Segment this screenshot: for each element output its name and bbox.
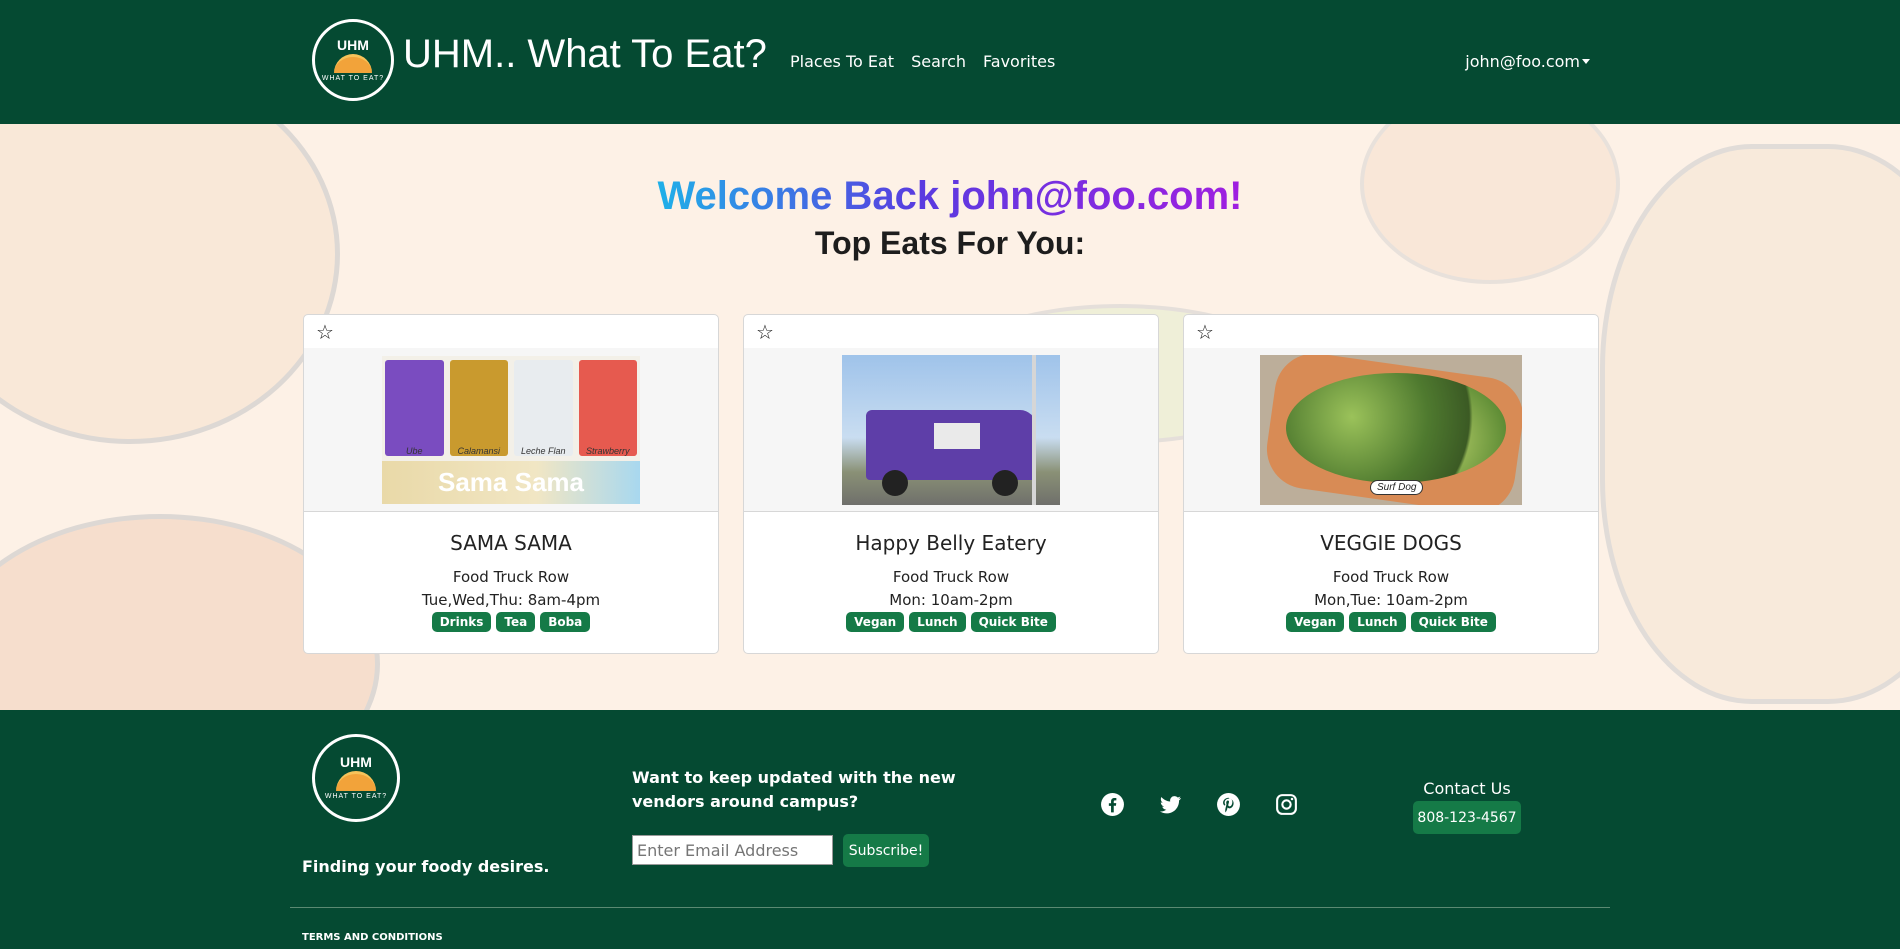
email-input[interactable] <box>632 835 833 865</box>
tag-badge: Drinks <box>431 612 492 632</box>
subscribe-button[interactable]: Subscribe! <box>843 834 929 867</box>
tag-badge: Quick Bite <box>1410 612 1496 632</box>
vendor-card[interactable]: ☆ Ube Calamansi Leche Flan Strawberry Sa… <box>303 314 719 654</box>
vendor-name: VEGGIE DOGS <box>1320 531 1462 555</box>
tag-badge: Boba <box>540 612 591 632</box>
contact-us-label: Contact Us <box>1423 779 1511 798</box>
brand-title[interactable]: UHM.. What To Eat? <box>403 32 767 77</box>
vendor-location: Food Truck Row <box>452 568 570 586</box>
twitter-icon[interactable] <box>1158 792 1183 817</box>
terms-link[interactable]: TERMS AND CONDITIONS <box>302 932 443 943</box>
nav-link-search[interactable]: Search <box>911 52 966 71</box>
vendor-card[interactable]: ☆ Surf Dog VEGGIE DOGS Food Truck Row Mo… <box>1183 314 1599 654</box>
footer-logo: UHM WHAT TO EAT? <box>312 734 400 822</box>
logo-text-bottom: WHAT TO EAT? <box>324 793 388 800</box>
footer: UHM WHAT TO EAT? Finding your foody desi… <box>0 710 1900 949</box>
vendor-tags: Drinks Tea Boba <box>304 612 718 632</box>
user-dropdown[interactable]: john@foo.com <box>1465 52 1590 71</box>
vendor-image <box>744 348 1158 512</box>
vendor-name: SAMA SAMA <box>450 531 572 555</box>
background-illustration <box>0 124 340 444</box>
vendor-hours: Tue,Wed,Thu: 8am-4pm <box>421 591 601 609</box>
vendor-image: Ube Calamansi Leche Flan Strawberry Sama… <box>304 348 718 512</box>
site-logo[interactable]: UHM WHAT TO EAT? <box>312 19 394 101</box>
vendor-name: Happy Belly Eatery <box>855 531 1047 555</box>
phone-button[interactable]: 808-123-4567 <box>1413 801 1521 834</box>
facebook-icon[interactable] <box>1100 792 1125 817</box>
vendor-card[interactable]: ☆ Happy Belly Eatery Food Truck Row Mon:… <box>743 314 1159 654</box>
tag-badge: Lunch <box>909 612 966 632</box>
tag-badge: Vegan <box>1286 612 1345 632</box>
social-links <box>1100 792 1299 817</box>
nav-link-places-to-eat[interactable]: Places To Eat <box>790 52 894 71</box>
logo-text-top: UHM <box>337 36 369 53</box>
instagram-icon[interactable] <box>1274 792 1299 817</box>
main-content: Welcome Back john@foo.com! Top Eats For … <box>0 124 1900 710</box>
tag-badge: Quick Bite <box>970 612 1056 632</box>
footer-tagline: Finding your foody desires. <box>302 857 550 876</box>
caret-down-icon <box>1582 59 1590 64</box>
favorite-star-icon[interactable]: ☆ <box>316 323 334 343</box>
favorite-star-icon[interactable]: ☆ <box>756 323 774 343</box>
vendor-location: Food Truck Row <box>1332 568 1450 586</box>
newsletter-text: Want to keep updated with the new vendor… <box>632 768 956 811</box>
vendor-hours: Mon,Tue: 10am-2pm <box>1314 591 1468 609</box>
tag-badge: Lunch <box>1349 612 1406 632</box>
pinterest-icon[interactable] <box>1216 792 1241 817</box>
favorite-star-icon[interactable]: ☆ <box>1196 323 1214 343</box>
vendor-hours: Mon: 10am-2pm <box>889 591 1013 609</box>
nav-links: Places To Eat Search Favorites <box>790 52 1055 71</box>
vendor-location: Food Truck Row <box>892 568 1010 586</box>
footer-divider <box>290 907 1610 908</box>
navbar: UHM WHAT TO EAT? UHM.. What To Eat? Plac… <box>0 0 1900 124</box>
tag-badge: Vegan <box>846 612 905 632</box>
vendor-tags: Vegan Lunch Quick Bite <box>744 612 1158 632</box>
tag-badge: Tea <box>496 612 536 632</box>
taco-icon <box>334 53 372 73</box>
user-email: john@foo.com <box>1465 52 1580 71</box>
welcome-heading: Welcome Back john@foo.com! <box>657 174 1243 218</box>
logo-text-top: UHM <box>340 754 372 770</box>
top-eats-heading: Top Eats For You: <box>814 225 1086 261</box>
vendor-tags: Vegan Lunch Quick Bite <box>1184 612 1598 632</box>
logo-text-bottom: WHAT TO EAT? <box>321 74 385 82</box>
vendor-image: Surf Dog <box>1184 348 1598 512</box>
taco-icon <box>336 771 376 791</box>
nav-link-favorites[interactable]: Favorites <box>983 52 1055 71</box>
